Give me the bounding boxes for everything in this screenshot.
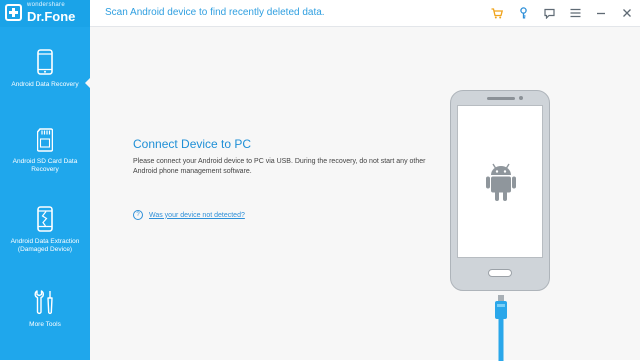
cart-icon[interactable]: [490, 6, 504, 20]
phone-illustration: [450, 90, 550, 291]
tools-icon: [34, 290, 53, 315]
device-not-detected-help[interactable]: ? Was your device not detected?: [133, 210, 245, 220]
title-bar: wondershare Dr.Fone Scan Android device …: [0, 0, 640, 27]
sidebar-item-android-data-extraction[interactable]: Android Data Extraction (Damaged Device): [0, 206, 90, 254]
sidebar-item-label: Android SD Card Data Recovery: [12, 158, 78, 173]
sidebar-item-label: Android Data Extraction (Damaged Device): [10, 238, 80, 253]
phone-speaker: [487, 97, 515, 100]
brand-name: Dr.Fone: [27, 9, 76, 24]
drfone-logo-icon: [5, 4, 22, 21]
instructions-text: Please connect your Android device to PC…: [133, 158, 426, 175]
phone-camera: [519, 96, 523, 100]
usb-cable-icon: [495, 295, 507, 361]
sidebar-item-label: More Tools: [29, 321, 61, 328]
sidebar-item-android-sd-card-data-recovery[interactable]: Android SD Card Data Recovery: [0, 128, 90, 174]
sidebar-item-more-tools[interactable]: More Tools: [0, 289, 90, 329]
window-title: Scan Android device to find recently del…: [105, 7, 325, 18]
sidebar: Android Data Recovery Android SD Card Da…: [0, 27, 91, 360]
sidebar-item-label: Android Data Recovery: [11, 81, 79, 88]
brand-company: wondershare: [27, 2, 65, 8]
phone-home-button: [488, 269, 512, 277]
android-robot-icon: [486, 163, 516, 201]
close-icon[interactable]: [620, 6, 634, 20]
sd-card-icon: [37, 128, 53, 152]
question-icon: ?: [133, 210, 143, 220]
page-title: Connect Device to PC: [133, 137, 252, 151]
phone-screen: [457, 105, 543, 258]
phone-icon: [37, 49, 53, 75]
minimize-icon[interactable]: [594, 6, 608, 20]
brand-area: wondershare Dr.Fone: [0, 0, 90, 27]
feedback-icon[interactable]: [542, 6, 556, 20]
main-panel: Connect Device to PC Please connect your…: [90, 27, 640, 361]
sidebar-item-android-data-recovery[interactable]: Android Data Recovery: [0, 49, 91, 89]
device-not-detected-link[interactable]: Was your device not detected?: [149, 212, 245, 219]
title-bar-controls: [490, 5, 634, 21]
broken-phone-icon: [37, 206, 53, 232]
key-icon[interactable]: [516, 6, 530, 20]
menu-icon[interactable]: [568, 6, 582, 20]
